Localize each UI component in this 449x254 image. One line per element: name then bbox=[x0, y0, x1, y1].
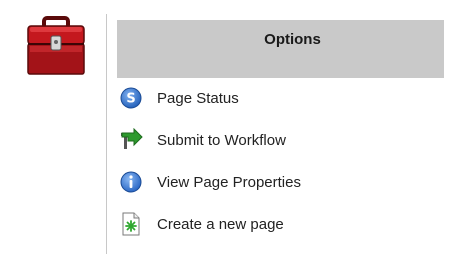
options-menu: S Page Status Submit to Workflow View Pa… bbox=[119, 84, 439, 252]
options-panel: Options S Page Status Submit to Workflow… bbox=[106, 14, 444, 254]
options-header: Options bbox=[117, 20, 444, 78]
svg-text:S: S bbox=[126, 92, 135, 107]
toolbox-icon[interactable] bbox=[24, 14, 88, 78]
menu-item-view-page-properties[interactable]: View Page Properties bbox=[119, 168, 439, 196]
menu-item-label: View Page Properties bbox=[157, 173, 301, 191]
new-page-icon bbox=[119, 212, 143, 236]
status-icon: S bbox=[119, 86, 143, 110]
menu-item-label: Create a new page bbox=[157, 215, 284, 233]
workflow-arrow-icon bbox=[119, 128, 143, 152]
menu-item-label: Submit to Workflow bbox=[157, 131, 286, 149]
menu-item-create-new-page[interactable]: Create a new page bbox=[119, 210, 439, 238]
options-screen: Options S Page Status Submit to Workflow… bbox=[0, 0, 449, 254]
menu-item-page-status[interactable]: S Page Status bbox=[119, 84, 439, 112]
options-title: Options bbox=[264, 31, 321, 48]
info-icon bbox=[119, 170, 143, 194]
menu-item-submit-to-workflow[interactable]: Submit to Workflow bbox=[119, 126, 439, 154]
menu-item-label: Page Status bbox=[157, 89, 239, 107]
